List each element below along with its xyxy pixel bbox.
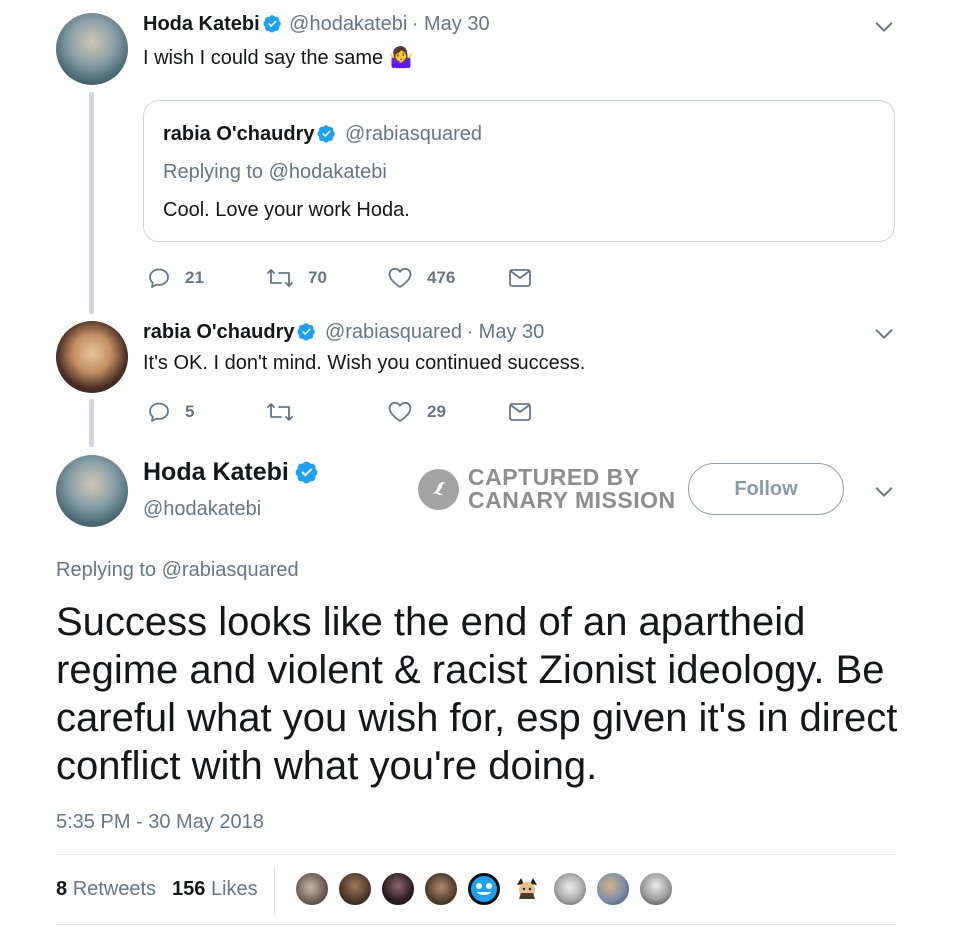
like-count: 29 [427, 402, 446, 421]
envelope-icon [509, 403, 531, 421]
tweet-text-body: I wish I could say the same [143, 47, 384, 69]
retweet-count: 70 [308, 268, 327, 287]
retweet-button[interactable]: 70 [266, 266, 327, 290]
verified-badge-icon [317, 125, 336, 143]
envelope-icon [509, 269, 531, 287]
thread-line [89, 92, 94, 314]
author-name[interactable]: Hoda Katebi [143, 13, 260, 35]
main-author: Hoda Katebi [143, 458, 319, 487]
main-tweet-text: Success looks like the end of an aparthe… [56, 600, 898, 788]
author-handle[interactable]: @hodakatebi [143, 498, 261, 521]
smiley-face-icon [471, 876, 497, 902]
quoted-author-handle: @rabiasquared [344, 123, 482, 145]
liker-avatar[interactable] [552, 871, 588, 907]
liker-avatar[interactable] [595, 871, 631, 907]
verified-badge-icon [297, 323, 316, 341]
tweet-date[interactable]: · May 30 [412, 13, 490, 35]
tweet-date[interactable]: · May 30 [466, 321, 544, 343]
tweet-timestamp[interactable]: 5:35 PM - 30 May 2018 [56, 811, 264, 834]
canary-bird-icon [418, 468, 459, 510]
like-count: 476 [427, 268, 456, 287]
watermark-line2: CANARY MISSION [468, 487, 676, 513]
retweet-icon [267, 269, 293, 287]
divider [274, 866, 275, 916]
chevron-down-icon[interactable] [873, 481, 895, 503]
replying-handle: @hodakatebi [268, 161, 387, 183]
divider [56, 924, 896, 925]
reply-button[interactable]: 21 [147, 266, 204, 290]
reply-count: 5 [185, 402, 195, 421]
like-button[interactable]: 476 [387, 266, 455, 290]
canary-mission-watermark: CAPTURED BY CANARY MISSION [418, 466, 676, 512]
verified-badge-icon [263, 15, 281, 33]
follow-button[interactable]: Follow [688, 463, 844, 515]
retweet-icon [267, 403, 293, 421]
retweet-button[interactable] [266, 400, 308, 424]
quoted-tweet-header: rabia O'chaudry @rabiasquared [163, 123, 482, 146]
author-name[interactable]: rabia O'chaudry [143, 321, 294, 343]
quoted-tweet-text: Cool. Love your work Hoda. [163, 199, 410, 221]
thread-line [89, 399, 94, 447]
retweets-label: Retweets [72, 878, 157, 900]
heart-icon [388, 401, 412, 422]
replying-prefix: Replying to [56, 559, 157, 581]
avatar[interactable] [56, 455, 128, 527]
avatar[interactable] [56, 321, 128, 393]
watermark-line1: CAPTURED BY [468, 464, 640, 490]
liker-avatar[interactable] [380, 871, 416, 907]
tweet-text: It's OK. I don't mind. Wish you continue… [143, 352, 586, 374]
like-button[interactable]: 29 [387, 400, 446, 424]
quoted-replying-to: Replying to @hodakatebi [163, 161, 387, 184]
replying-to: Replying to @rabiasquared [56, 559, 299, 582]
divider [56, 854, 896, 855]
shrug-emoji-icon: 🤷‍♀️ [388, 47, 414, 69]
retweets-count: 8 [56, 878, 68, 900]
retweets-stat[interactable]: 8 Retweets [56, 878, 156, 901]
reply-count: 21 [185, 268, 204, 287]
verified-badge-icon [295, 461, 318, 484]
liker-avatar[interactable] [638, 871, 674, 907]
reply-icon [149, 268, 169, 288]
chevron-down-icon[interactable] [873, 16, 895, 38]
reply-icon [149, 402, 169, 422]
liker-avatar[interactable] [294, 871, 330, 907]
liker-avatar[interactable] [466, 871, 502, 907]
dm-button[interactable] [508, 267, 546, 289]
liker-avatar[interactable] [423, 871, 459, 907]
likes-label: Likes [210, 878, 258, 900]
likes-stat[interactable]: 156 Likes [172, 878, 258, 901]
liker-avatar[interactable] [509, 871, 545, 907]
avatar[interactable] [56, 13, 128, 85]
quoted-tweet-card[interactable]: rabia O'chaudry @rabiasquared Replying t… [143, 100, 895, 242]
tweet-text: I wish I could say the same 🤷‍♀️ [143, 45, 414, 70]
heart-icon [388, 267, 412, 288]
chevron-down-icon[interactable] [873, 323, 895, 345]
tweet-header: Hoda Katebi @hodakatebi · May 30 [143, 13, 490, 36]
author-handle[interactable]: @rabiasquared [325, 321, 462, 343]
tweet-header: rabia O'chaudry @rabiasquared · May 30 [143, 321, 544, 344]
quoted-author-name: rabia O'chaudry [163, 123, 315, 145]
cartoon-character-icon [517, 878, 537, 899]
dm-button[interactable] [508, 401, 546, 423]
author-name[interactable]: Hoda Katebi [143, 458, 289, 486]
replying-handle[interactable]: @rabiasquared [162, 559, 299, 581]
liker-avatar[interactable] [337, 871, 373, 907]
watermark-text: CAPTURED BY CANARY MISSION [468, 466, 676, 512]
replying-prefix: Replying to [163, 161, 264, 183]
author-handle[interactable]: @hodakatebi [289, 13, 407, 35]
reply-button[interactable]: 5 [147, 400, 194, 424]
likes-count: 156 [172, 878, 206, 900]
